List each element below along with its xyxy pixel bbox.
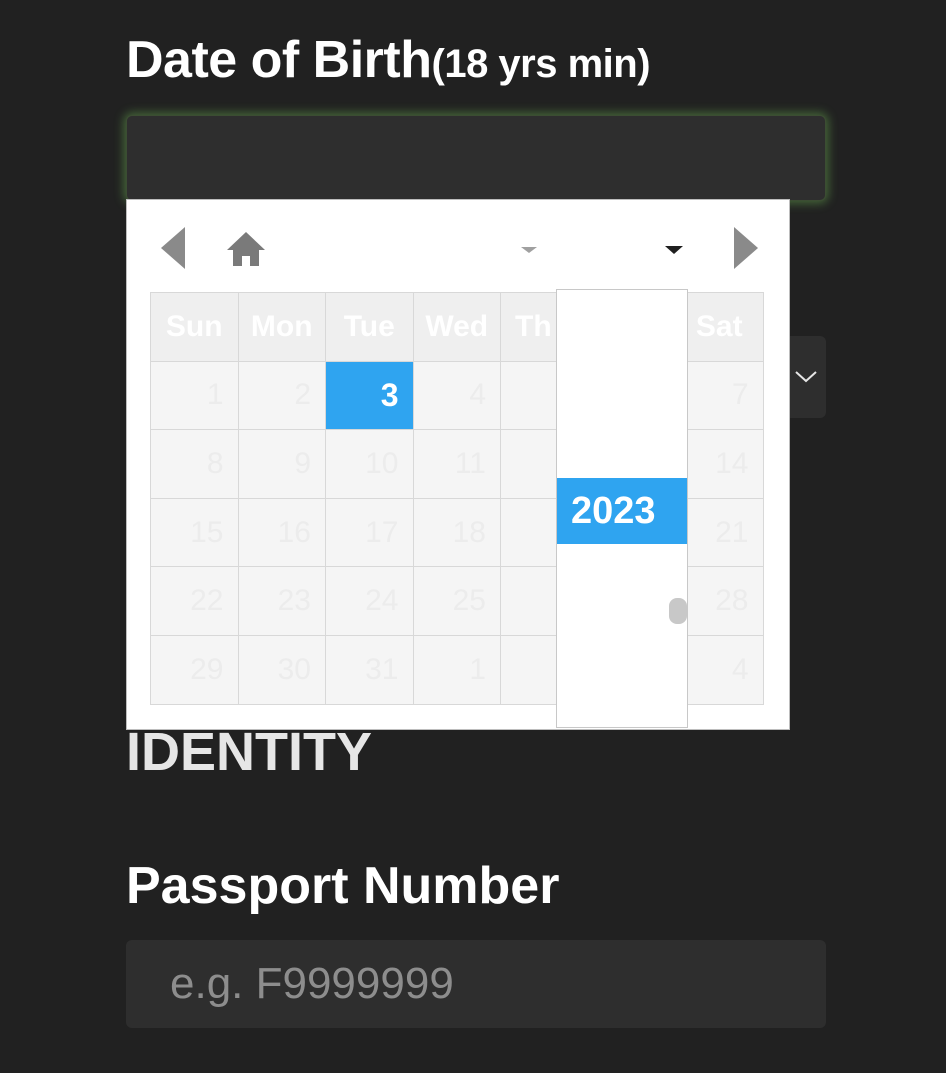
calendar-day[interactable]: 18	[413, 498, 501, 568]
year-option-selected[interactable]: 2023	[557, 478, 687, 544]
calendar-day[interactable]: 2	[238, 361, 326, 431]
calendar-day[interactable]: 9	[238, 430, 326, 499]
home-icon[interactable]	[225, 231, 267, 267]
calendar-day-selected[interactable]: 3	[326, 361, 414, 431]
year-scrollbar[interactable]	[669, 598, 687, 624]
calendar-day[interactable]: 7	[676, 361, 764, 431]
calendar-day[interactable]: 22	[151, 567, 239, 636]
calendar-day[interactable]: 24	[326, 567, 414, 636]
calendar-day[interactable]: 21	[676, 498, 764, 568]
calendar-day[interactable]: 31	[326, 635, 414, 705]
weekday-header: Wed	[413, 293, 501, 362]
calendar-day[interactable]: 4	[676, 635, 764, 705]
weekday-header: Sun	[151, 293, 239, 362]
calendar-day[interactable]: 11	[413, 430, 501, 499]
passport-input[interactable]	[126, 940, 826, 1028]
weekday-header: Mon	[238, 293, 326, 362]
calendar-day[interactable]: 16	[238, 498, 326, 568]
month-caret-down-icon[interactable]	[521, 245, 537, 255]
chevron-down-icon	[795, 371, 817, 383]
calendar-day[interactable]: 1	[151, 361, 239, 431]
dob-label: Date of Birth(18 yrs min)	[126, 30, 651, 94]
calendar-day[interactable]: 15	[151, 498, 239, 568]
chevron-left-icon[interactable]	[161, 227, 187, 269]
calendar-day[interactable]: 29	[151, 635, 239, 705]
calendar-day[interactable]: 25	[413, 567, 501, 636]
weekday-header: Tue	[326, 293, 414, 362]
calendar-day[interactable]: 10	[326, 430, 414, 499]
year-caret-down-icon[interactable]	[665, 245, 683, 255]
passport-label: Passport Number	[126, 857, 560, 915]
dob-hint: (18 yrs min)	[431, 42, 651, 86]
date-picker: Sun Mon Tue Wed Th Sat 1 2 3 4 7 8 9 10 …	[126, 199, 790, 730]
chevron-right-icon[interactable]	[732, 227, 758, 269]
calendar-day[interactable]: 30	[238, 635, 326, 705]
year-dropdown-list[interactable]: 2023	[556, 289, 688, 728]
calendar-day[interactable]: 23	[238, 567, 326, 636]
calendar-day[interactable]: 1	[413, 635, 501, 705]
dob-label-text: Date of Birth	[126, 31, 432, 89]
calendar-day[interactable]: 17	[326, 498, 414, 568]
calendar-day[interactable]: 14	[676, 430, 764, 499]
select-field[interactable]	[790, 336, 826, 418]
calendar-day[interactable]: 8	[151, 430, 239, 499]
dob-input[interactable]	[126, 115, 826, 201]
weekday-header: Sat	[676, 293, 764, 362]
calendar-day[interactable]: 4	[413, 361, 501, 431]
identity-heading: IDENTITY	[126, 722, 373, 782]
calendar-day[interactable]: 28	[676, 567, 764, 636]
